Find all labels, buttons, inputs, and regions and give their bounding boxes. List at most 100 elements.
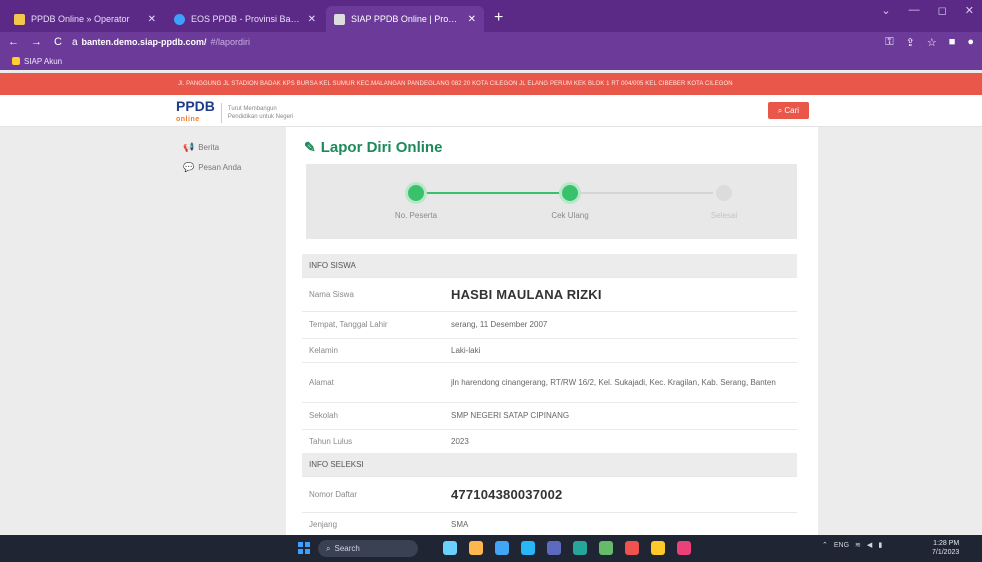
browser-toolbar: ⚿ ⇪ ☆ ■ ● xyxy=(885,36,974,49)
browser-tab-ppdb-operator[interactable]: PPDB Online » Operator ✕ xyxy=(6,6,164,32)
section-info-siswa: INFO SISWA xyxy=(302,254,797,277)
taskbar-search-label: Search xyxy=(334,544,360,553)
tab-title: EOS PPDB - Provinsi Banten xyxy=(191,14,302,24)
page-title: ✎ Lapor Diri Online xyxy=(304,139,442,156)
content-area: 📢 Berita 💬 Pesan Anda ✎ Lapor Diri Onlin… xyxy=(0,127,982,536)
chevron-down-icon[interactable]: ⌄ xyxy=(881,4,890,17)
sidebar-item-berita[interactable]: 📢 Berita xyxy=(170,139,286,155)
file-explorer-icon[interactable] xyxy=(651,541,665,555)
store-app-icon[interactable] xyxy=(521,541,535,555)
restore-icon[interactable]: ◻ xyxy=(938,4,947,17)
field-value-sekolah: SMP NEGERI SATAP CIPINANG xyxy=(444,401,797,429)
star-icon[interactable]: ☆ xyxy=(927,36,937,49)
logo-tagline: Turut Membangun Pendidikan untuk Negeri xyxy=(228,105,293,121)
share-icon[interactable]: ⇪ xyxy=(906,36,915,49)
search-button[interactable]: ⌕ Cari xyxy=(768,102,809,119)
profile-icon[interactable]: ● xyxy=(967,36,974,49)
browser-tab-strip: PPDB Online » Operator ✕ EOS PPDB - Prov… xyxy=(0,0,982,32)
logo-sub: online xyxy=(176,116,200,123)
bookmarks-bar: SIAP Akun xyxy=(0,52,982,70)
chrome-app-icon[interactable] xyxy=(469,541,483,555)
step-dot-cek-ulang xyxy=(562,185,578,201)
forward-icon[interactable]: → xyxy=(31,36,42,48)
sidebar-icon[interactable]: ■ xyxy=(949,36,956,49)
table-row: Tempat, Tanggal Lahir serang, 11 Desembe… xyxy=(302,310,797,338)
tab-favicon xyxy=(14,13,25,25)
field-label-ttl: Tempat, Tanggal Lahir xyxy=(302,310,444,338)
tab-title: PPDB Online » Operator xyxy=(31,14,130,24)
close-tab-icon[interactable]: ✕ xyxy=(308,14,316,25)
spreadsheet-app-icon[interactable] xyxy=(599,541,613,555)
tab-title: SIAP PPDB Online | Provinsi Ban xyxy=(351,14,462,24)
table-row: Sekolah SMP NEGERI SATAP CIPINANG xyxy=(302,401,797,429)
widgets-app-icon[interactable] xyxy=(443,541,457,555)
field-label-nama: Nama Siswa xyxy=(302,276,444,311)
search-button-label: Cari xyxy=(784,106,800,115)
field-value-nama: HASBI MAULANA RIZKI xyxy=(444,276,797,311)
reload-icon[interactable]: C xyxy=(54,36,62,48)
browser-nav: ← → C xyxy=(8,36,62,48)
pencil-icon: ✎ xyxy=(304,139,316,155)
address-bar: ← → C a banten.demo.siap-ppdb.com/ #/lap… xyxy=(0,32,982,52)
table-row: Nama Siswa HASBI MAULANA RIZKI xyxy=(302,276,797,311)
wifi-icon[interactable]: ≋ xyxy=(855,541,861,549)
volume-icon[interactable]: ◀ xyxy=(867,541,872,549)
url-path: #/lapordiri xyxy=(210,37,251,47)
progress-stepper: No. Peserta Cek Ulang Selesai xyxy=(306,164,797,239)
system-tray: ⌃ ENG ≋ ◀ ▮ xyxy=(822,541,882,550)
chrome-browser-icon[interactable] xyxy=(625,541,639,555)
clock-date: 7/1/2023 xyxy=(932,549,960,556)
logo-divider xyxy=(220,103,222,123)
sidebar-item-label: Berita xyxy=(198,142,220,152)
chevron-up-icon[interactable]: ⌃ xyxy=(822,541,828,549)
table-row: Nomor Daftar 477104380037002 xyxy=(302,475,797,512)
key-icon[interactable]: ⚿ xyxy=(885,36,893,49)
stepper-track-fill xyxy=(416,192,570,194)
close-window-icon[interactable]: ✕ xyxy=(965,4,974,17)
close-tab-icon[interactable]: ✕ xyxy=(468,14,476,25)
step-dot-no-peserta xyxy=(408,185,424,201)
taskbar-apps xyxy=(443,541,691,555)
url-host: banten.demo.siap-ppdb.com/ xyxy=(81,37,207,47)
browser-tab-siap-ppdb[interactable]: SIAP PPDB Online | Provinsi Ban ✕ xyxy=(326,6,484,32)
windows-start-icon[interactable] xyxy=(298,542,310,554)
new-tab-button[interactable]: + xyxy=(486,6,511,32)
field-value-nomor: 477104380037002 xyxy=(444,475,797,512)
bookmark-siap-akun[interactable]: SIAP Akun xyxy=(24,57,62,66)
table-row: Tahun Lulus 2023 xyxy=(302,428,797,453)
excel-app-icon[interactable] xyxy=(573,541,587,555)
field-label-sekolah: Sekolah xyxy=(302,401,444,429)
sidebar: 📢 Berita 💬 Pesan Anda xyxy=(170,127,286,535)
sidebar-item-label: Pesan Anda xyxy=(198,162,242,172)
app-icon[interactable] xyxy=(677,541,691,555)
field-label-tahun: Tahun Lulus xyxy=(302,428,444,453)
taskbar-search-box[interactable]: ⌕ Search xyxy=(318,540,418,557)
window-controls: ⌄ — ◻ ✕ xyxy=(881,4,974,17)
clock-time: 1:28 PM xyxy=(933,540,960,547)
language-indicator[interactable]: ENG xyxy=(834,542,849,549)
back-icon[interactable]: ← xyxy=(8,36,19,48)
field-value-tahun: 2023 xyxy=(444,428,797,453)
word-app-icon[interactable] xyxy=(547,541,561,555)
search-icon: ⌕ xyxy=(326,543,331,553)
sidebar-item-pesan[interactable]: 💬 Pesan Anda xyxy=(170,159,286,175)
field-label-kelamin: Kelamin xyxy=(302,337,444,362)
url-field[interactable]: a banten.demo.siap-ppdb.com/ #/lapordiri xyxy=(72,37,885,48)
battery-icon[interactable]: ▮ xyxy=(878,541,882,549)
search-icon: ⌕ xyxy=(777,105,783,115)
taskbar-clock[interactable]: 1:28 PM 7/1/2023 xyxy=(932,539,959,557)
edge-app-icon[interactable] xyxy=(495,541,509,555)
section-info-seleksi: INFO SELEKSI xyxy=(302,453,797,476)
main-panel: ✎ Lapor Diri Online No. Peserta Cek Ulan… xyxy=(286,127,818,536)
minimize-icon[interactable]: — xyxy=(909,4,920,17)
field-label-alamat: Alamat xyxy=(302,361,444,402)
tagline-line-1: Turut Membangun xyxy=(227,106,277,112)
close-tab-icon[interactable]: ✕ xyxy=(148,14,156,25)
bookmark-icon xyxy=(12,57,20,65)
field-value-jenjang: SMA xyxy=(444,511,797,536)
browser-tab-eos-ppdb[interactable]: EOS PPDB - Provinsi Banten ✕ xyxy=(166,6,324,32)
step-label-no-peserta: No. Peserta xyxy=(394,211,438,220)
table-row: Jenjang SMA xyxy=(302,511,797,536)
ppdb-logo[interactable]: PPDB online Turut Membangun Pendidikan u… xyxy=(176,99,293,127)
field-value-alamat: jln harendong cinangerang, RT/RW 16/2, K… xyxy=(444,361,797,402)
